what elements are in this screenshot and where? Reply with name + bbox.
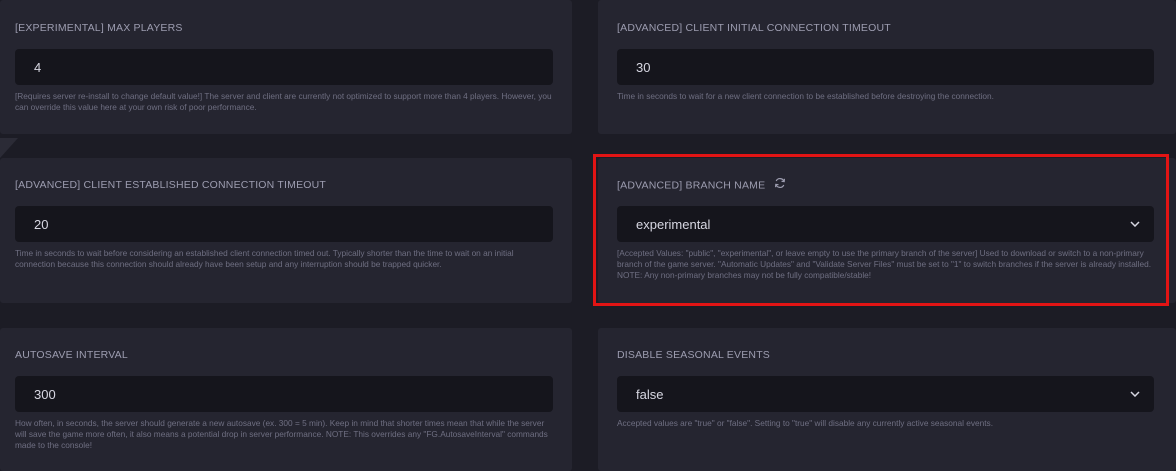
disable-seasonal-events-select[interactable]: false xyxy=(617,376,1154,412)
client-initial-timeout-input[interactable]: 30 xyxy=(617,49,1154,85)
select-value: false xyxy=(636,386,664,402)
setting-card-max-players: [EXPERIMENTAL] MAX PLAYERS 4 [Requires s… xyxy=(0,0,572,134)
setting-title: [EXPERIMENTAL] MAX PLAYERS xyxy=(15,22,183,34)
setting-description: How often, in seconds, the server should… xyxy=(15,418,548,450)
setting-title: DISABLE SEASONAL EVENTS xyxy=(617,349,771,361)
setting-description: Time in seconds to wait for a new client… xyxy=(617,91,994,101)
chevron-down-icon xyxy=(1128,387,1142,401)
field-value: 20 xyxy=(34,216,49,232)
setting-title: [ADVANCED] CLIENT INITIAL CONNECTION TIM… xyxy=(617,22,891,34)
setting-description: [Accepted Values: "public", "experimenta… xyxy=(617,248,1152,280)
setting-title: [ADVANCED] CLIENT ESTABLISHED CONNECTION… xyxy=(15,179,327,191)
setting-description: [Requires server re-install to change de… xyxy=(15,91,552,112)
setting-card-client-established-timeout: [ADVANCED] CLIENT ESTABLISHED CONNECTION… xyxy=(0,158,572,303)
setting-title: [ADVANCED] BRANCH NAME xyxy=(617,177,786,192)
field-value: 300 xyxy=(34,386,56,402)
field-value: 4 xyxy=(34,59,42,75)
max-players-input[interactable]: 4 xyxy=(15,49,553,85)
client-established-timeout-input[interactable]: 20 xyxy=(15,206,553,242)
field-value: 30 xyxy=(636,59,651,75)
setting-card-client-initial-timeout: [ADVANCED] CLIENT INITIAL CONNECTION TIM… xyxy=(598,0,1176,134)
branch-name-select[interactable]: experimental xyxy=(617,206,1154,242)
chevron-down-icon xyxy=(1128,217,1142,231)
setting-card-disable-seasonal-events: DISABLE SEASONAL EVENTS false Accepted v… xyxy=(598,328,1176,471)
autosave-interval-input[interactable]: 300 xyxy=(15,376,553,412)
setting-title-text: [ADVANCED] BRANCH NAME xyxy=(617,179,766,192)
setting-card-branch-name: [ADVANCED] BRANCH NAME experimental [Acc… xyxy=(598,158,1176,303)
setting-description: Time in seconds to wait before consideri… xyxy=(15,248,514,269)
refresh-icon[interactable] xyxy=(774,177,786,192)
setting-title: AUTOSAVE INTERVAL xyxy=(15,349,128,361)
select-value: experimental xyxy=(636,216,711,232)
setting-description: Accepted values are "true" or "false". S… xyxy=(617,418,994,428)
decorative-corner xyxy=(0,138,18,158)
setting-card-autosave-interval: AUTOSAVE INTERVAL 300 How often, in seco… xyxy=(0,328,572,471)
